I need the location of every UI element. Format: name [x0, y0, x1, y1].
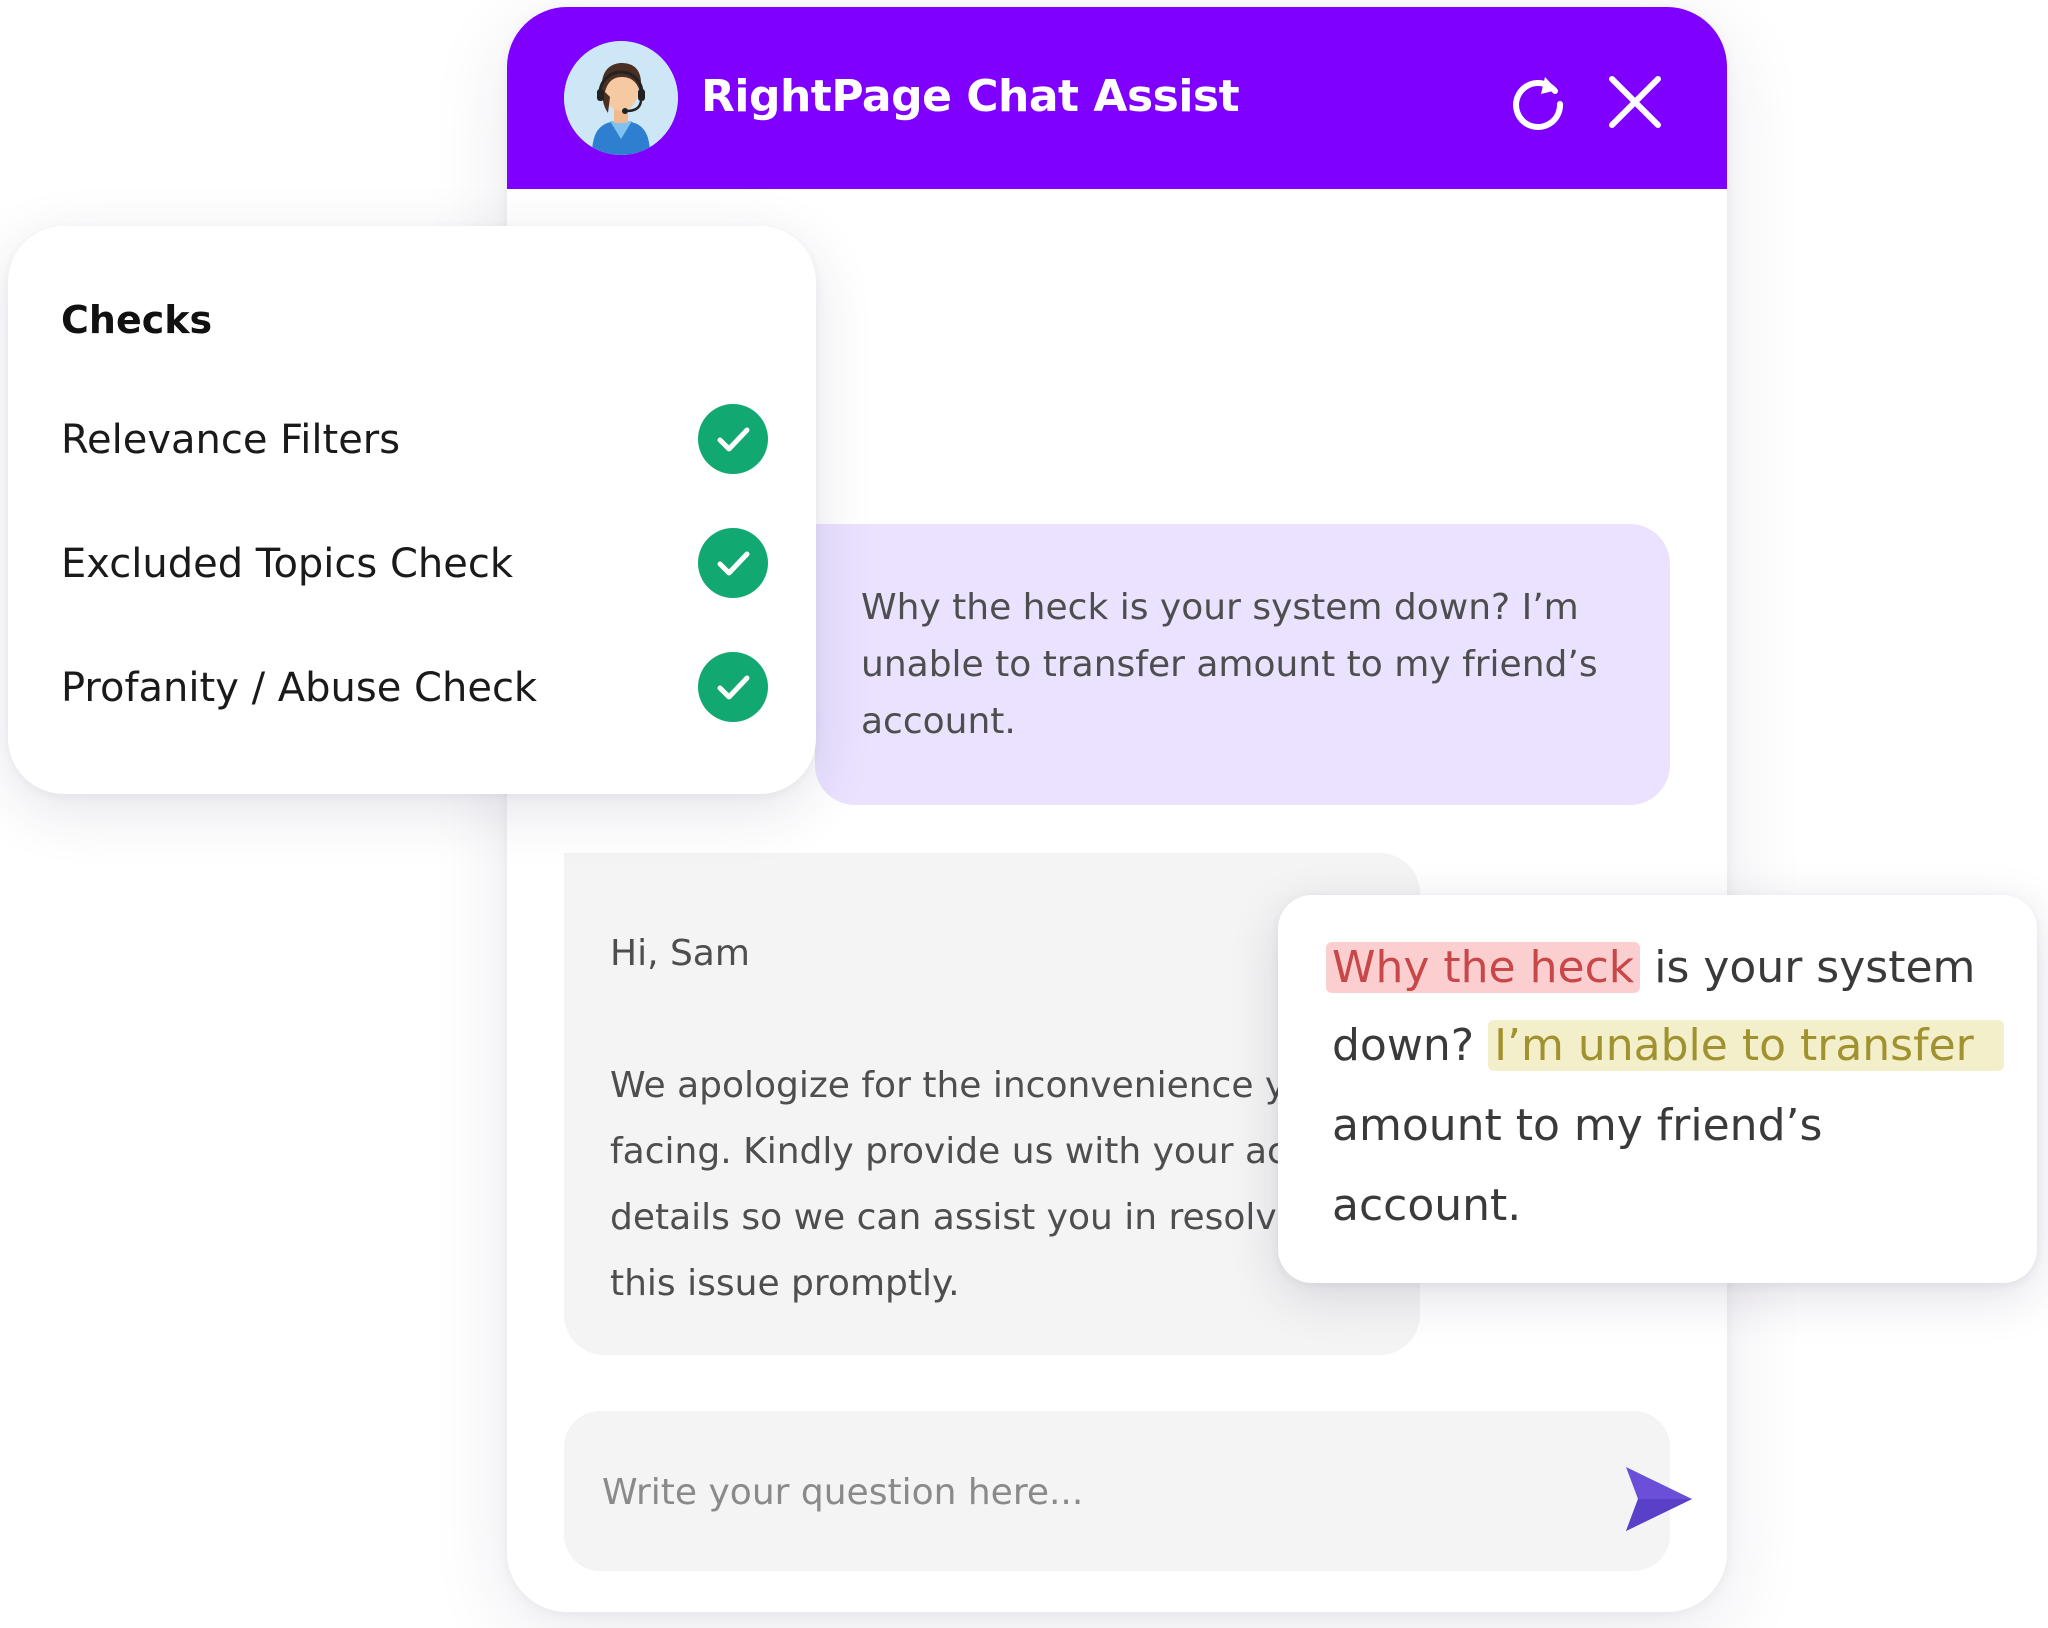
highlight-text: down?	[1332, 1020, 1475, 1071]
user-message-line: account.	[861, 701, 1016, 742]
check-label: Relevance Filters	[61, 417, 401, 463]
close-button[interactable]	[1604, 71, 1666, 133]
check-item-excluded-topics: Excluded Topics Check	[61, 528, 771, 598]
highlight-line: account.	[1332, 1175, 1521, 1237]
checks-title: Checks	[61, 298, 213, 342]
complaint-phrase: I’m unable to transfer	[1488, 1020, 2004, 1071]
highlight-line: Why the heck is your system	[1326, 937, 1976, 999]
checks-panel: Checks Relevance Filters Excluded Topics…	[8, 226, 816, 794]
check-label: Profanity / Abuse Check	[61, 665, 538, 711]
highlight-text: account.	[1332, 1180, 1522, 1231]
highlight-line: down? I’m unable to transfer	[1332, 1015, 2004, 1077]
check-circle-icon	[698, 404, 768, 474]
support-agent-avatar	[564, 41, 678, 155]
check-item-profanity-abuse: Profanity / Abuse Check	[61, 652, 771, 722]
highlight-text: is your system	[1654, 942, 1976, 993]
chat-input-bar	[564, 1411, 1692, 1571]
highlight-analysis-card: Why the heck is your system down? I’m un…	[1278, 895, 2037, 1283]
close-icon	[1609, 76, 1661, 128]
flagged-phrase: Why the heck	[1326, 942, 1641, 993]
chat-title: RightPage Chat Assist	[701, 71, 1240, 122]
check-circle-icon	[698, 528, 768, 598]
user-message-line: unable to transfer amount to my friend’s	[861, 644, 1598, 685]
send-button[interactable]	[1622, 1465, 1694, 1533]
user-message-line: Why the heck is your system down? I’m	[861, 587, 1579, 628]
check-item-relevance-filters: Relevance Filters	[61, 404, 771, 474]
check-circle-icon	[698, 652, 768, 722]
highlight-line: amount to my friend’s	[1332, 1095, 1822, 1157]
user-message-bubble: Why the heck is your system down? I’m un…	[815, 524, 1670, 805]
highlight-text: amount to my friend’s	[1332, 1100, 1823, 1151]
send-icon	[1626, 1467, 1692, 1531]
chat-header: RightPage Chat Assist	[507, 7, 1727, 189]
check-label: Excluded Topics Check	[61, 541, 514, 587]
question-input[interactable]	[600, 1463, 1544, 1521]
support-agent-icon	[564, 41, 678, 155]
refresh-button[interactable]	[1507, 71, 1569, 133]
bot-greeting: Hi, Sam	[610, 933, 750, 974]
refresh-icon	[1513, 77, 1564, 130]
